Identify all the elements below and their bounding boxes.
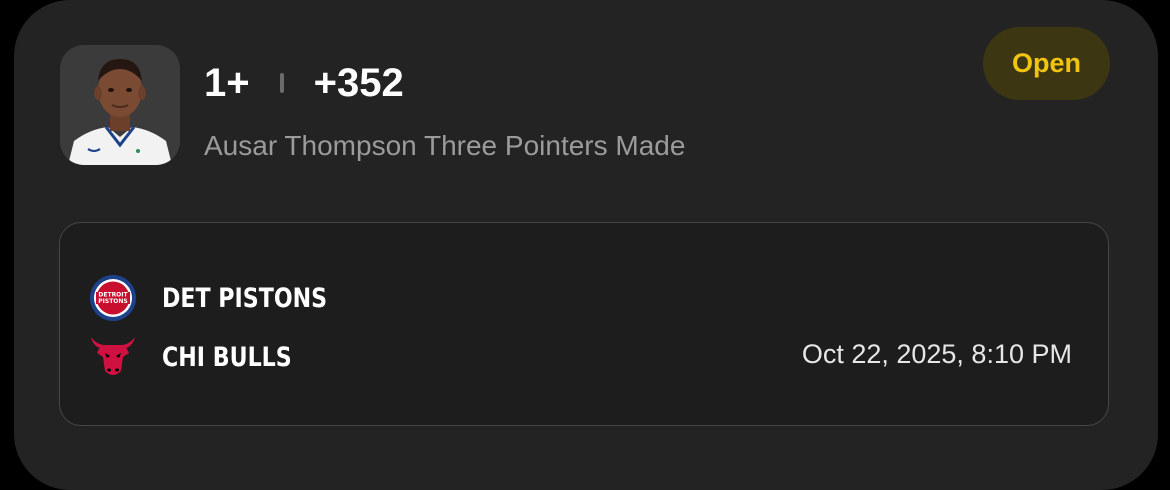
bet-line: 1+ (204, 60, 250, 105)
team-name: CHI BULLS (162, 341, 292, 373)
bet-odds: +352 (313, 60, 404, 105)
status-badge[interactable]: Open (983, 27, 1110, 100)
team-name: DET PISTONS (162, 282, 328, 314)
bulls-logo-icon (88, 332, 138, 382)
pistons-logo-icon: DETROIT PISTONS (88, 273, 138, 323)
game-datetime: Oct 22, 2025, 8:10 PM (801, 339, 1072, 369)
bet-market: Ausar Thompson Three Pointers Made (204, 130, 686, 161)
team-row-home: DETROIT PISTONS DET PISTONS (88, 273, 363, 323)
player-avatar (60, 45, 180, 165)
team-row-away: CHI BULLS (88, 332, 320, 382)
bet-line-row: 1+ +352 (204, 58, 404, 108)
game-info-box[interactable]: DETROIT PISTONS DET PISTONS CHI BULLS Oc… (59, 222, 1109, 426)
svg-text:PISTONS: PISTONS (98, 298, 128, 305)
bet-card[interactable]: 1+ +352 Ausar Thompson Three Pointers Ma… (14, 0, 1158, 490)
line-divider (279, 73, 284, 93)
